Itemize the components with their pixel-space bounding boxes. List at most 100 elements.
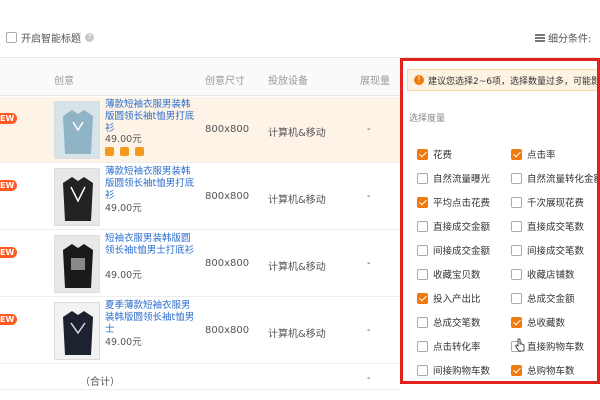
metric-label: 收藏店铺数	[527, 270, 575, 281]
new-badge: EW	[0, 113, 18, 124]
tip-banner: ! 建议您选择2~6项，选择数量过多，可能影	[407, 69, 597, 91]
total-row: （合计） -	[0, 366, 400, 390]
new-badge: EW	[0, 180, 18, 191]
table-row[interactable]: EW 薄款短袖衣服男装韩版圆领长袖t恤男打底衫 49.00元 800x800 计…	[0, 164, 400, 230]
metric-label: 总购物车数	[527, 366, 575, 377]
metric-checkbox[interactable]	[417, 364, 428, 376]
metric-option[interactable]: 自然流量曝光	[417, 171, 490, 185]
metric-option[interactable]: 直接成交金额	[417, 219, 490, 233]
metric-label: 总成交金额	[527, 294, 575, 305]
product-price: 49.00元	[105, 134, 142, 145]
bottom-strip	[0, 392, 600, 400]
metric-checkbox[interactable]	[511, 364, 522, 376]
metric-label: 收藏宝贝数	[433, 270, 481, 281]
impressions: -	[367, 191, 371, 202]
product-thumbnail[interactable]	[54, 235, 100, 293]
metric-label: 直接购物车数	[527, 342, 585, 353]
metric-option[interactable]: 总购物车数	[511, 363, 575, 377]
help-icon[interactable]: ?	[85, 33, 94, 42]
product-title-link[interactable]: 薄款短袖衣服男装韩版圆领长袖t恤男打底衫	[105, 99, 197, 135]
metric-label: 直接成交金额	[433, 222, 491, 233]
metric-checkbox[interactable]	[511, 172, 522, 184]
delivery-device: 计算机&移动	[268, 195, 326, 206]
hand-cursor-icon	[515, 338, 525, 352]
delivery-device: 计算机&移动	[268, 329, 326, 340]
metric-label: 间接购物车数	[433, 366, 491, 377]
column-header-show[interactable]: 展现量	[360, 72, 390, 87]
metric-option[interactable]: 间接成交金额	[417, 243, 490, 257]
product-title-link[interactable]: 薄款短袖衣服男装韩版圆领长袖t恤男打底衫	[105, 166, 197, 202]
metric-option[interactable]: 直接成交笔数	[511, 219, 584, 233]
product-thumbnail[interactable]	[54, 101, 100, 159]
metric-checkbox[interactable]	[417, 220, 428, 232]
metric-checkbox[interactable]	[417, 172, 428, 184]
smart-title-checkbox[interactable]	[6, 32, 17, 43]
warning-icon: !	[414, 75, 424, 85]
table-row[interactable]: EW 短袖衣服男装韩版圆领长袖t恤男士打底衫 49.00元 800x800 计算…	[0, 231, 400, 297]
metric-checkbox[interactable]	[417, 316, 428, 328]
edit-icon[interactable]	[105, 147, 114, 156]
metric-option[interactable]: 平均点击花费	[417, 195, 490, 209]
metric-option[interactable]: 总成交金额	[511, 291, 575, 305]
delivery-device: 计算机&移动	[268, 262, 326, 273]
metric-label: 间接成交笔数	[527, 246, 585, 257]
metric-option[interactable]: 点击转化率	[417, 339, 481, 353]
metric-checkbox[interactable]	[417, 340, 428, 352]
metric-checkbox[interactable]	[511, 220, 522, 232]
select-metrics-label: 选择度量	[409, 114, 446, 124]
metric-label: 投入产出比	[433, 294, 481, 305]
total-label: （合计）	[80, 377, 120, 388]
creative-size: 800x800	[205, 325, 250, 336]
metric-option[interactable]: 总收藏数	[511, 315, 565, 329]
column-header-device: 投放设备	[268, 76, 308, 87]
smart-title-toggle[interactable]: 开启智能标题 ?	[6, 30, 94, 45]
row-actions	[105, 147, 144, 156]
metric-checkbox[interactable]	[417, 244, 428, 256]
product-price: 49.00元	[105, 270, 142, 281]
metric-checkbox[interactable]	[417, 292, 428, 304]
metric-option[interactable]: 间接购物车数	[417, 363, 490, 377]
metric-label: 平均点击花费	[433, 198, 491, 209]
metric-checkbox[interactable]	[511, 316, 522, 328]
column-header-size: 创意尺寸	[205, 76, 245, 87]
metric-label: 千次展现花费	[527, 198, 585, 209]
metric-option[interactable]: 收藏店铺数	[511, 267, 575, 281]
delete-icon[interactable]	[120, 147, 129, 156]
metric-option[interactable]: 千次展现花费	[511, 195, 584, 209]
metric-checkbox[interactable]	[511, 268, 522, 280]
filter-conditions[interactable]: 细分条件:	[535, 30, 591, 45]
product-thumbnail[interactable]	[54, 168, 100, 226]
metric-option[interactable]: 收藏宝贝数	[417, 267, 481, 281]
column-header-creative: 创意	[54, 76, 74, 87]
metric-checkbox[interactable]	[511, 148, 522, 160]
table-row[interactable]: EW 夏季薄款短袖衣服男装韩版圆领长袖t恤男士 49.00元 800x800 计…	[0, 298, 400, 364]
metric-option[interactable]: 点击率	[511, 147, 556, 161]
delivery-device: 计算机&移动	[268, 128, 326, 139]
metric-option[interactable]: 自然流量转化金额	[511, 171, 597, 185]
metric-label: 总收藏数	[527, 318, 566, 329]
filter-label: 细分条件:	[548, 34, 592, 45]
table-row[interactable]: EW 薄款短袖衣服男装韩版圆领长袖t恤男打底衫 49.00元 800x800 计…	[0, 97, 400, 163]
product-title-link[interactable]: 短袖衣服男装韩版圆领长袖t恤男士打底衫	[105, 233, 197, 257]
copy-icon[interactable]	[135, 147, 144, 156]
metric-option[interactable]: 投入产出比	[417, 291, 481, 305]
product-price: 49.00元	[105, 203, 142, 214]
metric-checkbox[interactable]	[417, 268, 428, 280]
metric-option[interactable]: 花费	[417, 147, 452, 161]
metric-checkbox[interactable]	[417, 196, 428, 208]
impressions: -	[367, 124, 371, 135]
metric-option[interactable]: 总成交笔数	[417, 315, 481, 329]
product-title-link[interactable]: 夏季薄款短袖衣服男装韩版圆领长袖t恤男士	[105, 300, 197, 336]
impressions: -	[367, 325, 371, 336]
total-impressions: -	[367, 373, 371, 384]
metric-label: 点击率	[527, 150, 556, 161]
creative-size: 800x800	[205, 124, 250, 135]
metric-checkbox[interactable]	[511, 196, 522, 208]
metric-selection-panel: ! 建议您选择2~6项，选择数量过多，可能影 选择度量 花费 自然流量曝光 平均…	[400, 58, 600, 384]
metric-option[interactable]: 间接成交笔数	[511, 243, 584, 257]
product-thumbnail[interactable]	[54, 302, 100, 360]
metric-checkbox[interactable]	[511, 244, 522, 256]
metric-label: 间接成交金额	[433, 246, 491, 257]
metric-checkbox[interactable]	[511, 292, 522, 304]
metric-checkbox[interactable]	[417, 148, 428, 160]
